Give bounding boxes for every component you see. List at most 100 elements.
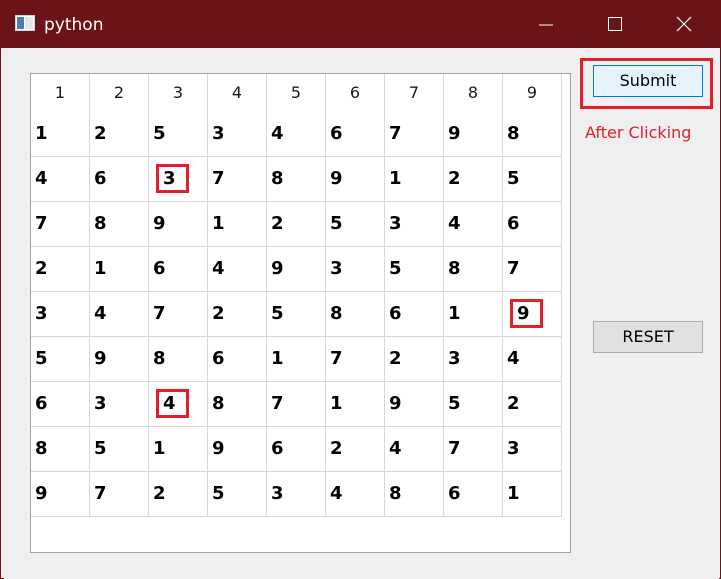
table-cell[interactable]: 1	[443, 291, 503, 337]
table-cell[interactable]: 4	[89, 291, 149, 337]
column-header[interactable]: 5	[266, 74, 326, 111]
table-cell[interactable]: 6	[148, 246, 208, 292]
column-header[interactable]: 9	[502, 74, 562, 111]
table-cell[interactable]: 9	[325, 156, 385, 202]
table-cell[interactable]: 7	[502, 246, 562, 292]
table-cell[interactable]: 4	[502, 336, 562, 382]
table-cell[interactable]: 6	[89, 156, 149, 202]
table-cell[interactable]: 8	[325, 291, 385, 337]
table-cell[interactable]: 1	[148, 426, 208, 472]
reset-button[interactable]: RESET	[593, 321, 703, 353]
table-cell[interactable]: 8	[148, 336, 208, 382]
table-cell[interactable]: 1	[384, 156, 444, 202]
table-cell[interactable]: 7	[266, 381, 326, 427]
table-cell[interactable]: 8	[443, 246, 503, 292]
column-header[interactable]: 8	[443, 74, 503, 111]
table-cell[interactable]: 6	[325, 111, 385, 157]
table-cell[interactable]: 9	[148, 201, 208, 247]
table-cell[interactable]: 1	[502, 471, 562, 517]
table-cell[interactable]: 3	[502, 426, 562, 472]
table-cell[interactable]: 4	[325, 471, 385, 517]
column-header[interactable]: 2	[89, 74, 149, 111]
table-cell[interactable]: 3	[266, 471, 326, 517]
cell-value: 6	[448, 483, 461, 504]
column-header[interactable]: 6	[325, 74, 385, 111]
table-cell[interactable]: 5	[31, 336, 90, 382]
table-cell[interactable]: 1	[89, 246, 149, 292]
table-cell[interactable]: 8	[384, 471, 444, 517]
table-cell[interactable]: 4	[384, 426, 444, 472]
table-cell[interactable]: 6	[502, 201, 562, 247]
submit-button[interactable]: Submit	[593, 65, 703, 97]
table-cell[interactable]: 1	[207, 201, 267, 247]
table-cell[interactable]: 2	[384, 336, 444, 382]
table-cell[interactable]: 4	[148, 381, 208, 427]
table-cell[interactable]: 5	[207, 471, 267, 517]
table-cell[interactable]: 5	[325, 201, 385, 247]
table-cell[interactable]: 5	[443, 381, 503, 427]
sudoku-table[interactable]: 123456789 125346798463789125789125346216…	[30, 73, 571, 553]
column-header[interactable]: 1	[31, 74, 90, 111]
table-cell[interactable]: 3	[443, 336, 503, 382]
table-cell[interactable]: 3	[325, 246, 385, 292]
table-cell[interactable]: 7	[325, 336, 385, 382]
table-cell[interactable]: 8	[207, 381, 267, 427]
table-cell[interactable]: 6	[384, 291, 444, 337]
table-cell[interactable]: 5	[148, 111, 208, 157]
table-cell[interactable]: 9	[207, 426, 267, 472]
table-cell[interactable]: 8	[89, 201, 149, 247]
column-header[interactable]: 3	[148, 74, 208, 111]
table-cell[interactable]: 4	[443, 201, 503, 247]
table-cell[interactable]: 2	[31, 246, 90, 292]
table-cell[interactable]: 2	[443, 156, 503, 202]
table-cell[interactable]: 1	[325, 381, 385, 427]
table-cell[interactable]: 1	[31, 111, 90, 157]
column-header[interactable]: 7	[384, 74, 444, 111]
table-cell[interactable]: 6	[31, 381, 90, 427]
column-header[interactable]: 4	[207, 74, 267, 111]
table-cell[interactable]: 6	[207, 336, 267, 382]
table-cell[interactable]: 1	[266, 336, 326, 382]
cell-value: 7	[35, 213, 48, 234]
table-cell[interactable]: 7	[384, 111, 444, 157]
table-row: 2 1 6 4 9 3 5 8 7	[31, 246, 562, 292]
table-cell[interactable]: 4	[207, 246, 267, 292]
table-cell[interactable]: 6	[266, 426, 326, 472]
table-cell[interactable]: 7	[148, 291, 208, 337]
table-cell[interactable]: 2	[502, 381, 562, 427]
table-cell[interactable]: 4	[31, 156, 90, 202]
table-cell[interactable]: 9	[384, 381, 444, 427]
table-cell[interactable]: 9	[89, 336, 149, 382]
table-cell[interactable]: 5	[89, 426, 149, 472]
title-bar[interactable]: python	[1, 1, 720, 48]
table-cell[interactable]: 2	[325, 426, 385, 472]
minimize-button[interactable]	[523, 1, 569, 48]
table-cell[interactable]: 2	[207, 291, 267, 337]
maximize-button[interactable]	[592, 1, 638, 48]
table-cell[interactable]: 5	[384, 246, 444, 292]
table-cell[interactable]: 2	[148, 471, 208, 517]
table-cell[interactable]: 8	[502, 111, 562, 157]
table-cell[interactable]: 7	[31, 201, 90, 247]
table-cell[interactable]: 3	[148, 156, 208, 202]
table-cell[interactable]: 7	[207, 156, 267, 202]
table-cell[interactable]: 9	[266, 246, 326, 292]
table-cell[interactable]: 6	[443, 471, 503, 517]
table-cell[interactable]: 9	[31, 471, 90, 517]
table-cell[interactable]: 8	[266, 156, 326, 202]
table-cell[interactable]: 7	[443, 426, 503, 472]
table-cell[interactable]: 3	[31, 291, 90, 337]
table-cell[interactable]: 2	[266, 201, 326, 247]
table-cell[interactable]: 3	[384, 201, 444, 247]
table-cell[interactable]: 9	[502, 291, 562, 337]
table-cell[interactable]: 3	[207, 111, 267, 157]
table-cell[interactable]: 2	[89, 111, 149, 157]
table-cell[interactable]: 9	[443, 111, 503, 157]
close-button[interactable]	[661, 1, 707, 48]
table-cell[interactable]: 8	[31, 426, 90, 472]
table-cell[interactable]: 4	[266, 111, 326, 157]
table-cell[interactable]: 7	[89, 471, 149, 517]
table-cell[interactable]: 5	[266, 291, 326, 337]
table-cell[interactable]: 3	[89, 381, 149, 427]
table-cell[interactable]: 5	[502, 156, 562, 202]
